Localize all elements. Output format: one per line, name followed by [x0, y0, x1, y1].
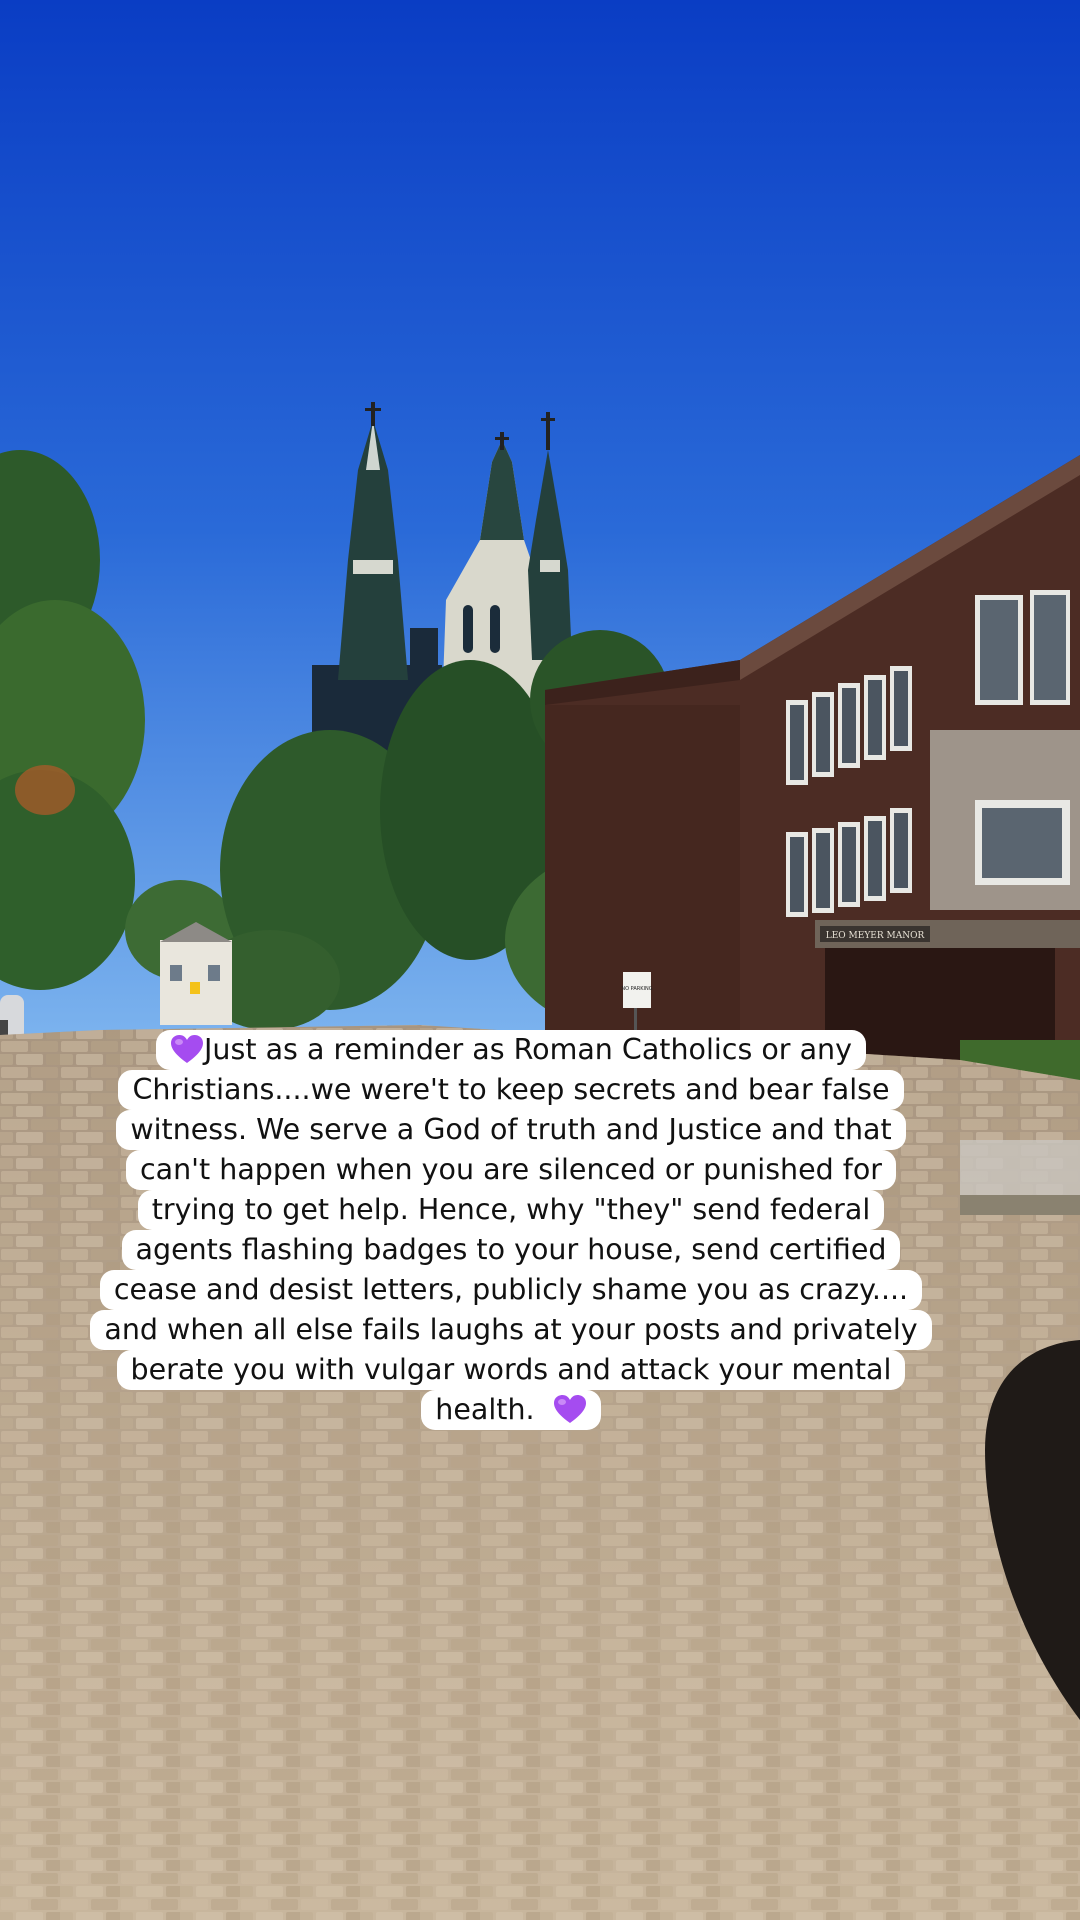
photo-background: LEO MEYER MANOR NO PARKING [0, 0, 1080, 1920]
caption-line-10: health. [421, 1390, 601, 1430]
purple-heart-icon [170, 1034, 204, 1064]
caption-line-4: can't happen when you are silenced or pu… [125, 1150, 896, 1190]
white-house [160, 922, 232, 1025]
building-sign: LEO MEYER MANOR [826, 931, 925, 941]
caption-line-3: witness. We serve a God of truth and Jus… [116, 1110, 906, 1150]
caption-line-5: trying to get help. Hence, why "they" se… [137, 1190, 885, 1230]
purple-heart-icon [553, 1394, 587, 1424]
caption-line-9: berate you with vulgar words and attack … [116, 1350, 906, 1390]
caption-line-8: and when all else fails laughs at your p… [90, 1310, 932, 1350]
caption-line-1: Just as a reminder as Roman Catholics or… [156, 1030, 866, 1070]
caption-line-7: cease and desist letters, publicly shame… [99, 1270, 923, 1310]
no-parking-text: NO PARKING [621, 986, 652, 992]
caption-line-2: Christians....we were't to keep secrets … [118, 1070, 904, 1110]
caption-line-6: agents flashing badges to your house, se… [121, 1230, 901, 1270]
caption-overlay: Just as a reminder as Roman Catholics or… [58, 1030, 964, 1430]
curb [960, 1195, 1080, 1215]
